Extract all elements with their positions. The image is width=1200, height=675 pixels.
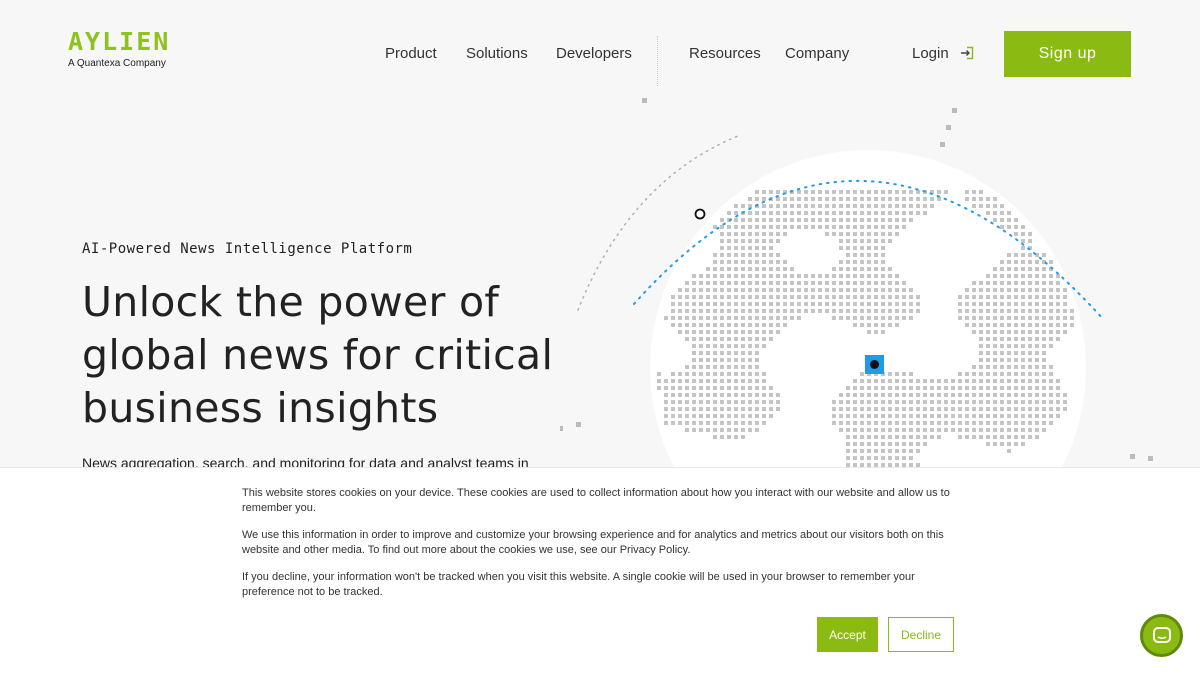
nav-developers[interactable]: Developers <box>556 45 632 62</box>
hero-headline: Unlock the power of global news for crit… <box>82 276 622 435</box>
sparkle-dot-3 <box>946 125 951 130</box>
headline-line-2: global news for critical <box>82 331 554 379</box>
login-arrow-icon[interactable] <box>960 46 974 60</box>
dotted-globe-illustration <box>560 98 1153 470</box>
orbit-marker <box>694 208 706 220</box>
cookie-paragraph-2: We use this information in order to impr… <box>242 529 944 556</box>
headline-line-1: Unlock the power of <box>82 278 500 326</box>
signup-button[interactable]: Sign up <box>1004 31 1131 77</box>
location-highlight-dot <box>870 360 879 369</box>
cookie-paragraph-1: This website stores cookies on your devi… <box>242 487 950 514</box>
nav-resources[interactable]: Resources <box>689 45 761 62</box>
sparkle-dot-2 <box>952 108 957 113</box>
hero-eyebrow: AI-Powered News Intelligence Platform <box>82 241 413 257</box>
logo-wordmark: AYLIEN <box>68 27 171 56</box>
accept-cookies-button[interactable]: Accept <box>817 617 878 652</box>
decline-cookies-button[interactable]: Decline <box>888 617 954 652</box>
sparkle-dot-8 <box>1130 454 1135 459</box>
nav-product[interactable]: Product <box>385 45 437 62</box>
cookie-paragraph-3: If you decline, your information won't b… <box>242 571 915 598</box>
sparkle-dot-1 <box>642 98 647 103</box>
chat-bubble-icon <box>1153 627 1171 643</box>
cookie-banner: This website stores cookies on your devi… <box>0 467 1200 675</box>
nav-solutions[interactable]: Solutions <box>466 45 528 62</box>
login-link[interactable]: Login <box>912 45 949 62</box>
nav-divider <box>657 36 658 86</box>
sparkle-dot-4 <box>940 142 945 147</box>
logo-subtitle: A Quantexa Company <box>68 58 166 69</box>
logo[interactable]: AYLIEN A Quantexa Company <box>68 27 171 69</box>
cookie-text: This website stores cookies on your devi… <box>242 486 964 612</box>
chat-launcher-button[interactable] <box>1140 614 1183 657</box>
sparkle-dot-9 <box>1148 456 1153 461</box>
nav-company[interactable]: Company <box>785 45 849 62</box>
headline-line-3: business insights <box>82 384 439 432</box>
